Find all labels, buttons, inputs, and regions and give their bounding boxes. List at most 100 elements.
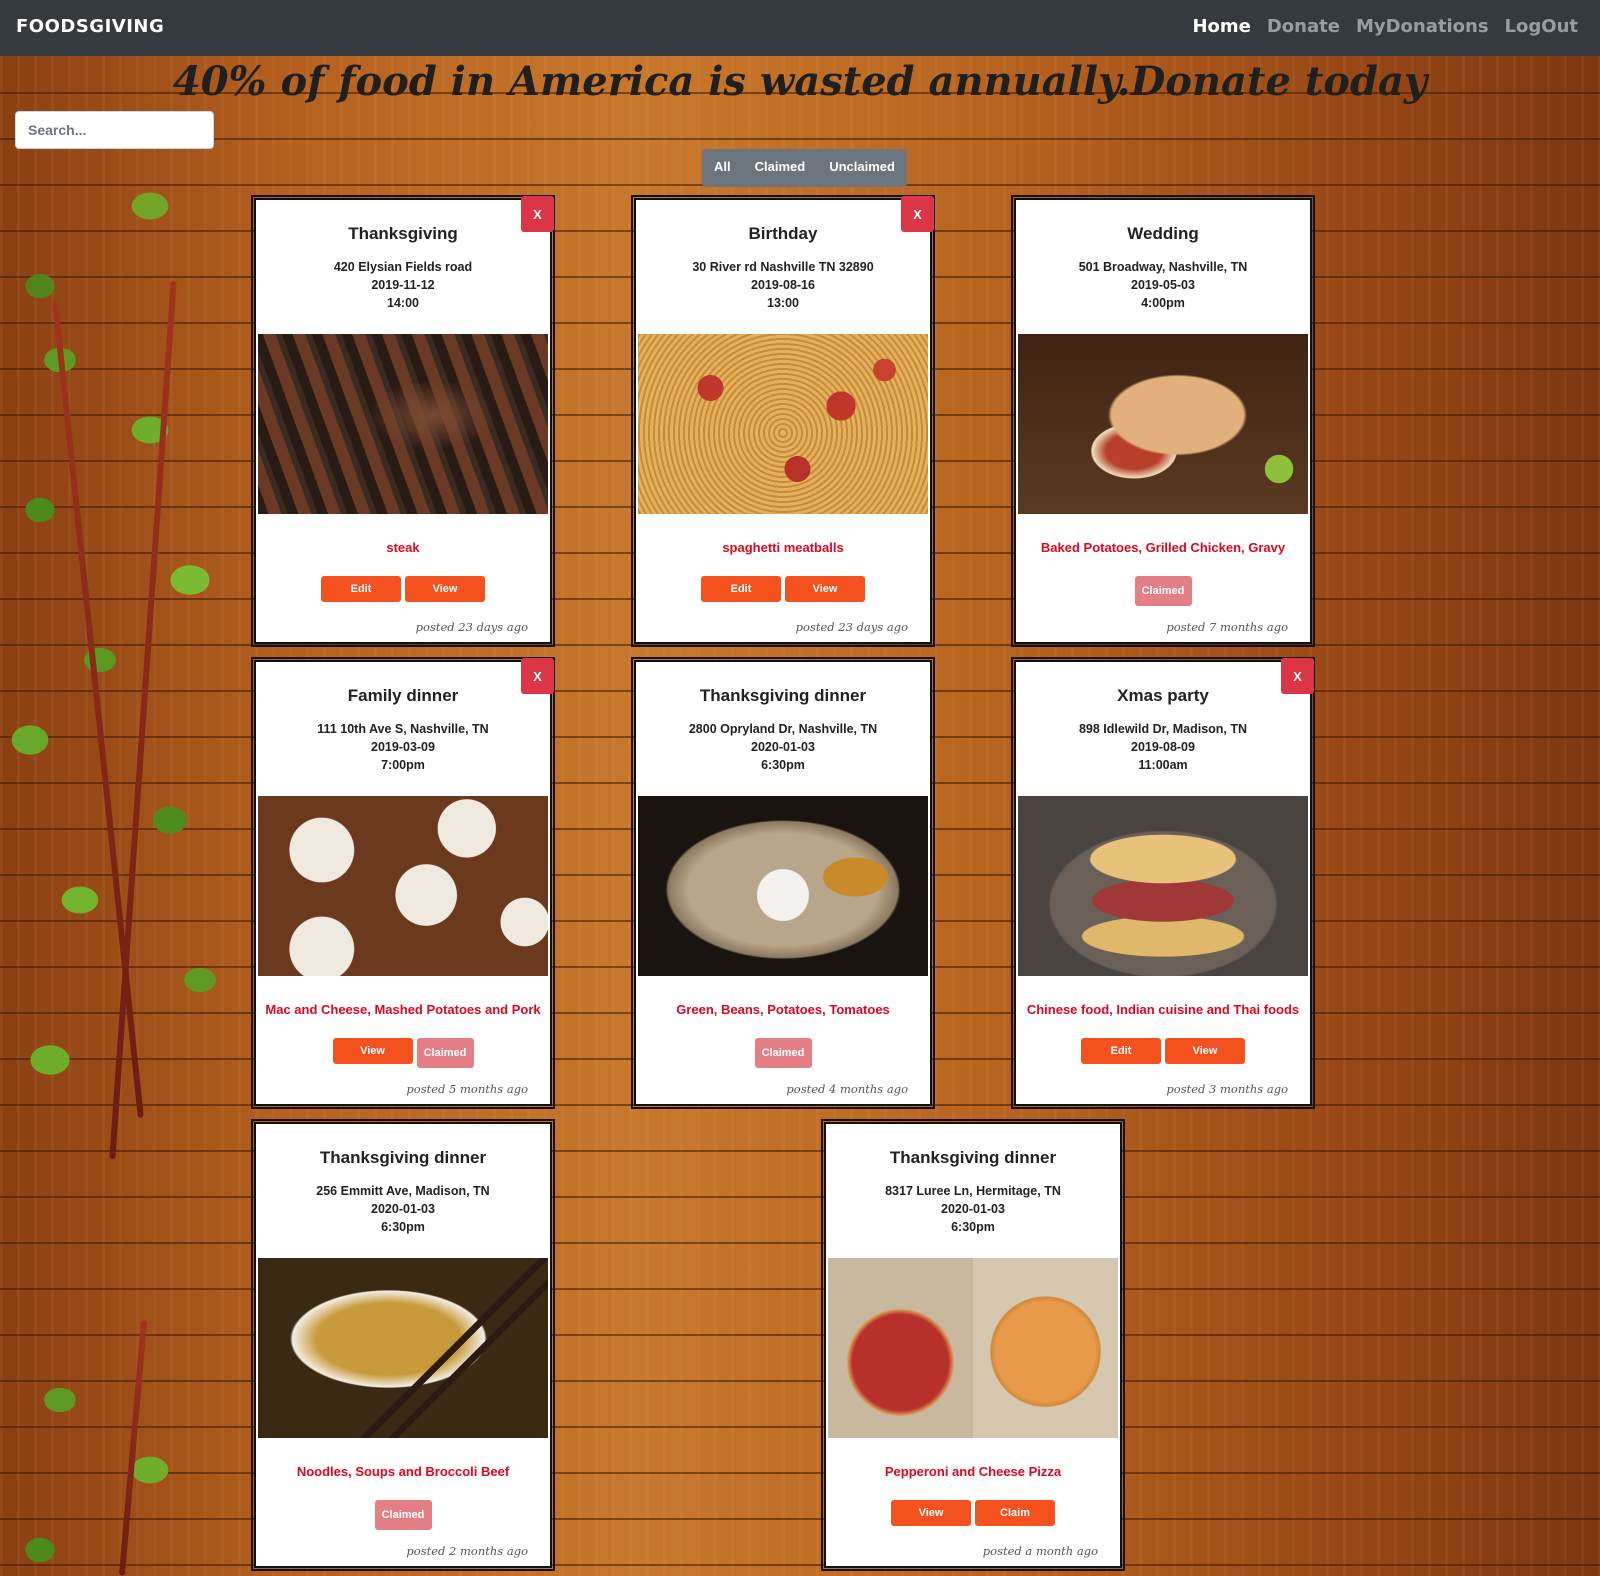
card-date: 2020-01-03 — [751, 740, 815, 754]
food-image-crepes — [1018, 796, 1308, 976]
card-title: Wedding — [1127, 224, 1199, 243]
card-food-items: Green, Beans, Potatoes, Tomatoes — [676, 1002, 890, 1017]
edit-button[interactable]: Edit — [1081, 1038, 1161, 1064]
food-image-thali-platter — [638, 796, 928, 976]
card-actions: Edit View — [1016, 1038, 1310, 1064]
claimed-badge: Claimed — [1134, 576, 1192, 606]
card-date: 2019-05-03 — [1131, 278, 1195, 292]
view-button[interactable]: View — [1165, 1038, 1245, 1064]
card-actions: View Claimed — [256, 1038, 550, 1068]
card-date: 2019-11-12 — [371, 278, 435, 292]
donation-card: X Family dinner 111 10th Ave S, Nashvill… — [251, 657, 555, 1109]
donation-card: X Thanksgiving 420 Elysian Fields road 2… — [251, 195, 555, 647]
card-food-items: spaghetti meatballs — [722, 540, 844, 555]
delete-button[interactable]: X — [521, 196, 554, 232]
card-date: 2019-08-09 — [1131, 740, 1195, 754]
filter-claimed-button[interactable]: Claimed — [743, 149, 818, 187]
nav-home[interactable]: Home — [1192, 16, 1250, 37]
food-image-spaghetti — [638, 334, 928, 514]
card-time: 4:00pm — [1141, 296, 1185, 310]
delete-button[interactable]: X — [901, 196, 934, 232]
filter-unclaimed-button[interactable]: Unclaimed — [817, 149, 907, 187]
posted-timestamp: posted 2 months ago — [406, 1544, 528, 1558]
edit-button[interactable]: Edit — [321, 576, 401, 602]
donation-card: Wedding 501 Broadway, Nashville, TN 2019… — [1011, 195, 1315, 647]
donation-card: Thanksgiving dinner 256 Emmitt Ave, Madi… — [251, 1119, 555, 1571]
claimed-badge: Claimed — [416, 1038, 474, 1068]
card-title: Xmas party — [1117, 686, 1209, 705]
card-actions: View Claim — [826, 1500, 1120, 1526]
navbar: FOODSGIVING Home Donate MyDonations LogO… — [0, 0, 1600, 56]
card-food-items: Chinese food, Indian cuisine and Thai fo… — [1026, 1002, 1300, 1017]
food-image-brunch-plates — [258, 796, 548, 976]
card-time: 11:00am — [1138, 758, 1188, 772]
card-time: 14:00 — [387, 296, 419, 310]
view-button[interactable]: View — [405, 576, 485, 602]
card-food-items: Noodles, Soups and Broccoli Beef — [296, 1464, 510, 1479]
card-actions: Edit View — [636, 576, 930, 602]
card-address: 501 Broadway, Nashville, TN — [1078, 260, 1248, 274]
card-food-items: Baked Potatoes, Grilled Chicken, Gravy — [1040, 540, 1286, 555]
card-title: Birthday — [748, 224, 818, 243]
card-time: 6:30pm — [951, 1220, 995, 1234]
card-title: Family dinner — [347, 686, 459, 705]
card-address: 898 Idlewild Dr, Madison, TN — [1078, 722, 1248, 736]
card-title: Thanksgiving dinner — [889, 1148, 1057, 1167]
card-actions: Claimed — [636, 1038, 930, 1068]
nav-logout[interactable]: LogOut — [1505, 16, 1578, 37]
card-actions: Claimed — [256, 1500, 550, 1530]
card-address: 256 Emmitt Ave, Madison, TN — [316, 1184, 490, 1198]
donation-card: Thanksgiving dinner 8317 Luree Ln, Hermi… — [821, 1119, 1125, 1571]
delete-button[interactable]: X — [1281, 658, 1314, 694]
donation-card: X Birthday 30 River rd Nashville TN 3289… — [631, 195, 935, 647]
card-address: 30 River rd Nashville TN 32890 — [692, 260, 874, 274]
food-image-grilled-steak — [258, 334, 548, 514]
filter-all-button[interactable]: All — [702, 149, 743, 187]
delete-button[interactable]: X — [521, 658, 554, 694]
nav-mydonations[interactable]: MyDonations — [1356, 16, 1489, 37]
search-input[interactable] — [15, 111, 214, 149]
card-title: Thanksgiving dinner — [319, 1148, 487, 1167]
ivy-vine-decoration — [0, 280, 250, 1160]
card-address: 111 10th Ave S, Nashville, TN — [317, 722, 489, 736]
posted-timestamp: posted 7 months ago — [1166, 620, 1288, 634]
posted-timestamp: posted a month ago — [982, 1544, 1098, 1558]
card-time: 13:00 — [767, 296, 799, 310]
card-date: 2020-01-03 — [371, 1202, 435, 1216]
donation-card: Thanksgiving dinner 2800 Opryland Dr, Na… — [631, 657, 935, 1109]
card-food-items: steak — [386, 540, 420, 555]
donation-card: X Xmas party 898 Idlewild Dr, Madison, T… — [1011, 657, 1315, 1109]
posted-timestamp: posted 23 days ago — [795, 620, 908, 634]
card-address: 8317 Luree Ln, Hermitage, TN — [885, 1184, 1061, 1198]
card-time: 6:30pm — [761, 758, 805, 772]
view-button[interactable]: View — [785, 576, 865, 602]
claimed-badge: Claimed — [374, 1500, 432, 1530]
card-time: 7:00pm — [381, 758, 425, 772]
view-button[interactable]: View — [891, 1500, 971, 1526]
card-address: 2800 Opryland Dr, Nashville, TN — [688, 722, 878, 736]
view-button[interactable]: View — [332, 1038, 413, 1064]
filter-button-group: All Claimed Unclaimed — [702, 149, 907, 187]
page-headline: 40% of food in America is wasted annuall… — [172, 58, 1428, 105]
card-title: Thanksgiving — [348, 224, 458, 243]
food-image-burrito — [1018, 334, 1308, 514]
claimed-badge: Claimed — [754, 1038, 812, 1068]
posted-timestamp: posted 23 days ago — [415, 620, 528, 634]
card-actions: Edit View — [256, 576, 550, 602]
card-food-items: Pepperoni and Cheese Pizza — [884, 1464, 1062, 1479]
posted-timestamp: posted 5 months ago — [406, 1082, 528, 1096]
nav-donate[interactable]: Donate — [1267, 16, 1340, 37]
card-date: 2019-03-09 — [371, 740, 435, 754]
card-actions: Claimed — [1016, 576, 1310, 606]
card-date: 2020-01-03 — [941, 1202, 1005, 1216]
card-title: Thanksgiving dinner — [699, 686, 867, 705]
posted-timestamp: posted 3 months ago — [1166, 1082, 1288, 1096]
food-image-pizza-boxes — [828, 1258, 1118, 1438]
edit-button[interactable]: Edit — [701, 576, 781, 602]
card-date: 2019-08-16 — [751, 278, 815, 292]
claim-button[interactable]: Claim — [975, 1500, 1055, 1526]
posted-timestamp: posted 4 months ago — [786, 1082, 908, 1096]
card-time: 6:30pm — [381, 1220, 425, 1234]
brand-logo[interactable]: FOODSGIVING — [16, 16, 164, 37]
food-image-noodle-soup — [258, 1258, 548, 1438]
